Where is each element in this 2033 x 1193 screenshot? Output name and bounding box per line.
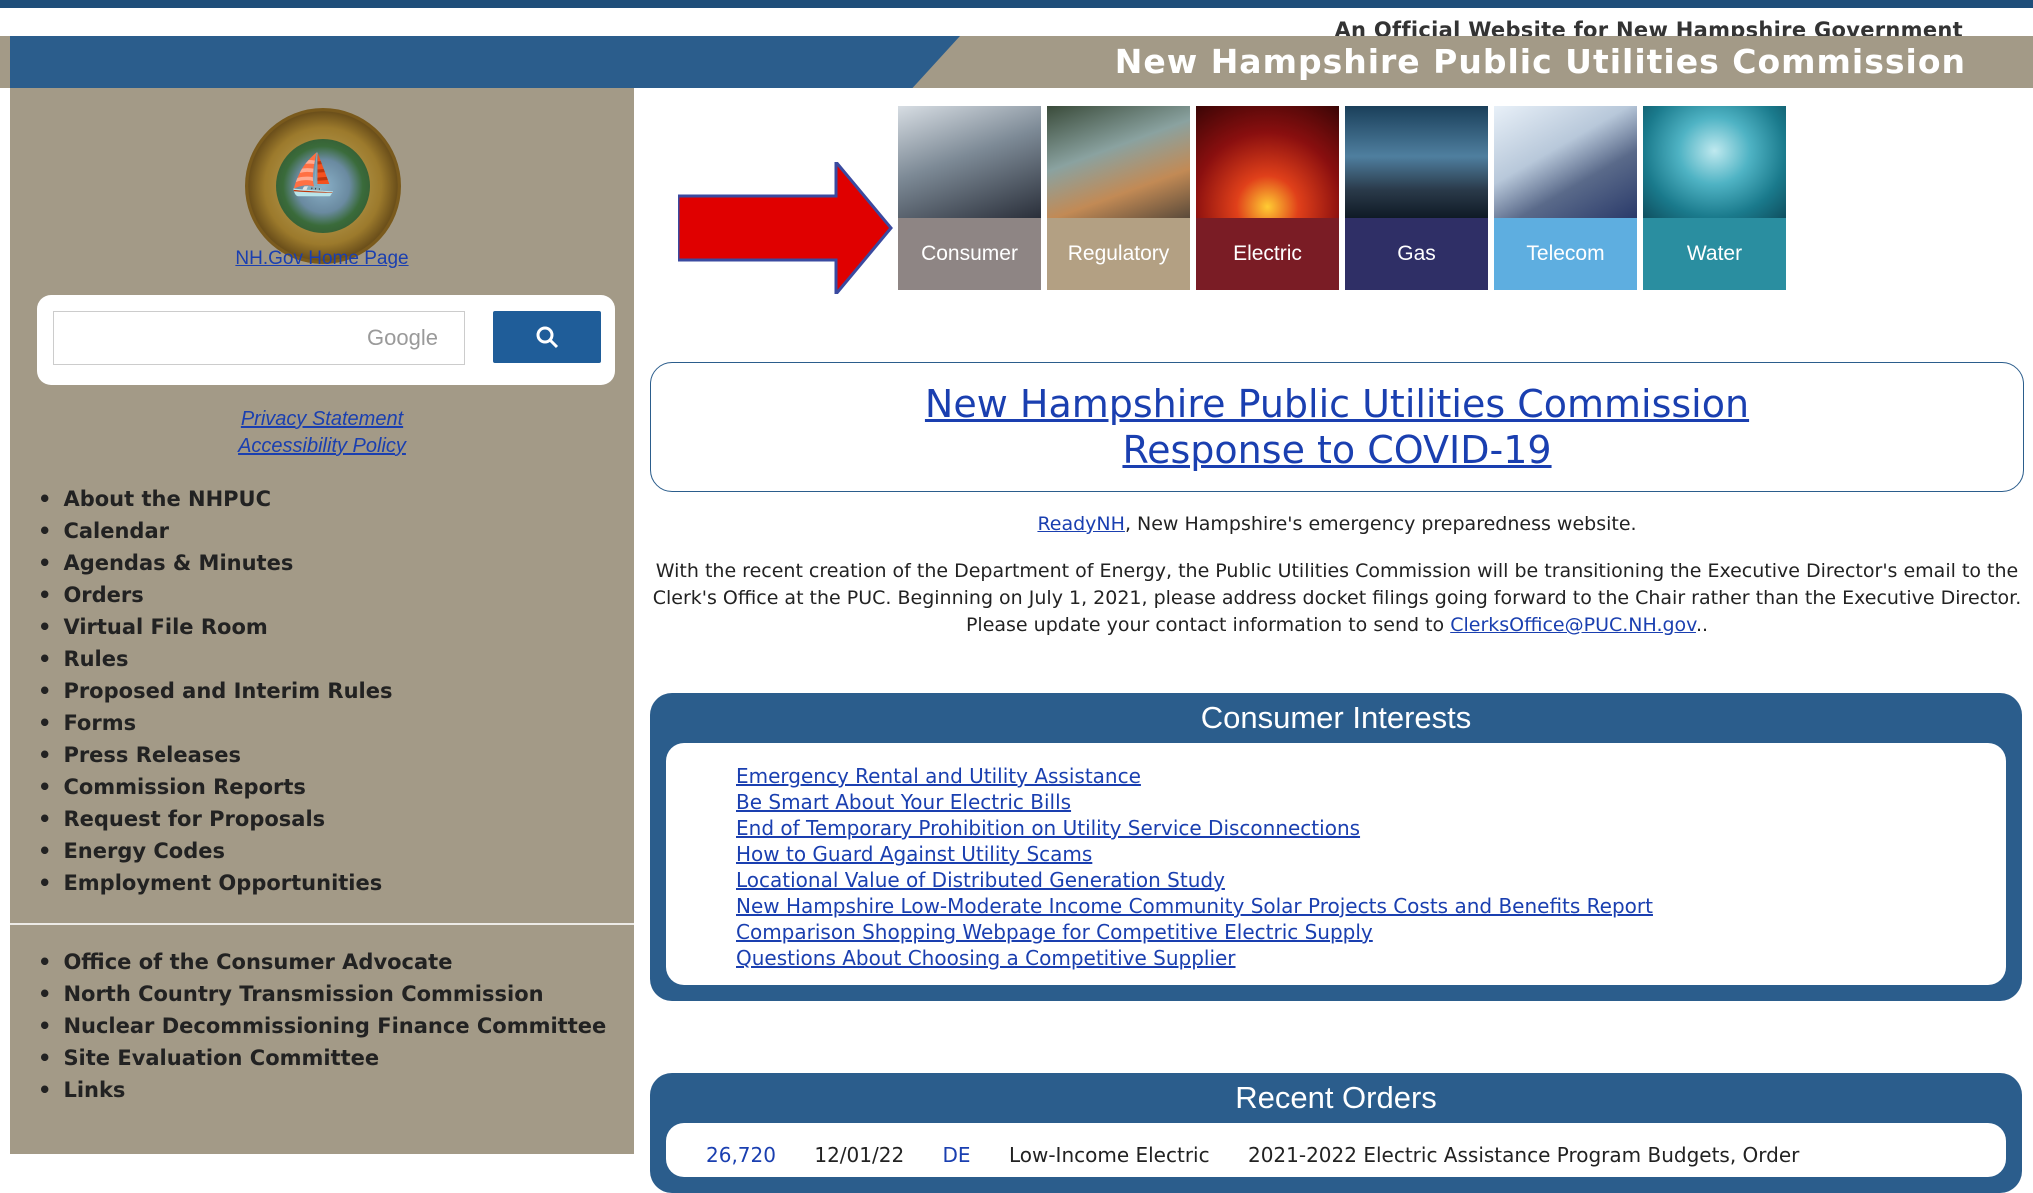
search-input[interactable]: Google xyxy=(53,311,465,365)
nav-item[interactable]: Request for Proposals xyxy=(38,803,392,835)
tile-label: Gas xyxy=(1345,218,1488,290)
consumer-interests-panel: Consumer Interests Emergency Rental and … xyxy=(650,693,2022,1001)
nav-item[interactable]: Energy Codes xyxy=(38,835,392,867)
nav-item[interactable]: Orders xyxy=(38,579,392,611)
nav-item[interactable]: Employment Opportunities xyxy=(38,867,392,899)
consumer-links-list: Emergency Rental and Utility Assistance … xyxy=(736,763,1653,971)
site-title: New Hampshire Public Utilities Commissio… xyxy=(1114,42,1966,81)
covid-response-link[interactable]: New Hampshire Public Utilities Commissio… xyxy=(651,381,2023,427)
secondary-nav: Office of the Consumer Advocate North Co… xyxy=(38,946,606,1106)
consumer-link[interactable]: Be Smart About Your Electric Bills xyxy=(736,789,1653,815)
banner-blue-band xyxy=(10,36,960,88)
water-photo xyxy=(1643,106,1786,218)
consumer-interests-title: Consumer Interests xyxy=(1200,700,1472,735)
nav-item[interactable]: Rules xyxy=(38,643,392,675)
tile-label: Consumer xyxy=(898,218,1041,290)
tile-label: Electric xyxy=(1196,218,1339,290)
nav-item[interactable]: Press Releases xyxy=(38,739,392,771)
tile-consumer[interactable]: Consumer xyxy=(898,106,1041,290)
sidebar-divider xyxy=(10,923,634,925)
consumer-link[interactable]: Comparison Shopping Webpage for Competit… xyxy=(736,919,1653,945)
official-bar: An Official Website for New Hampshire Go… xyxy=(0,8,2033,42)
order-description: 2021-2022 Electric Assistance Program Bu… xyxy=(1247,1143,1800,1167)
consumer-link[interactable]: Questions About Choosing a Competitive S… xyxy=(736,945,1653,971)
top-accent-line xyxy=(0,0,2033,8)
clerks-office-email-link[interactable]: ClerksOffice@PUC.NH.gov xyxy=(1450,614,1696,636)
sidebar: ⛵ NH.Gov Home Page Google Privacy Statem… xyxy=(10,88,634,1154)
order-row: 26,720 12/01/22 DE Low-Income Electric 2… xyxy=(706,1143,1831,1167)
tile-gas[interactable]: Gas xyxy=(1345,106,1488,290)
search-button[interactable] xyxy=(493,311,601,363)
primary-nav: About the NHPUC Calendar Agendas & Minut… xyxy=(38,483,392,899)
tile-water[interactable]: Water xyxy=(1643,106,1786,290)
recent-orders-title: Recent Orders xyxy=(1235,1080,1437,1115)
nav-item[interactable]: Forms xyxy=(38,707,392,739)
consumer-photo xyxy=(898,106,1041,218)
privacy-statement-link[interactable]: Privacy Statement xyxy=(10,408,634,431)
nav-item[interactable]: North Country Transmission Commission xyxy=(38,978,606,1010)
recent-orders-panel: Recent Orders 26,720 12/01/22 DE Low-Inc… xyxy=(650,1073,2022,1193)
nav-item[interactable]: Commission Reports xyxy=(38,771,392,803)
nav-item[interactable]: Office of the Consumer Advocate xyxy=(38,946,606,978)
nav-item[interactable]: Proposed and Interim Rules xyxy=(38,675,392,707)
search-box: Google xyxy=(37,295,615,385)
nav-item[interactable]: Calendar xyxy=(38,515,392,547)
recent-orders-body: 26,720 12/01/22 DE Low-Income Electric 2… xyxy=(666,1123,2006,1177)
gas-photo xyxy=(1345,106,1488,218)
order-date: 12/01/22 xyxy=(814,1143,905,1167)
notice-text: With the recent creation of the Departme… xyxy=(652,560,2022,636)
order-division[interactable]: DE xyxy=(943,1143,971,1167)
nh-seal-icon[interactable]: ⛵ xyxy=(245,108,401,264)
consumer-link[interactable]: New Hampshire Low-Moderate Income Commun… xyxy=(736,893,1653,919)
covid-response-link-line2[interactable]: Response to COVID-19 xyxy=(651,427,2023,473)
tile-telecom[interactable]: Telecom xyxy=(1494,106,1637,290)
electric-photo xyxy=(1196,106,1339,218)
search-placeholder: Google xyxy=(367,325,438,350)
nav-item[interactable]: Links xyxy=(38,1074,606,1106)
consumer-interests-body: Emergency Rental and Utility Assistance … xyxy=(666,743,2006,985)
accessibility-policy-link[interactable]: Accessibility Policy xyxy=(10,435,634,458)
tile-label: Water xyxy=(1643,218,1786,290)
regulatory-photo xyxy=(1047,106,1190,218)
notice-end: .. xyxy=(1695,614,1709,636)
order-number-link[interactable]: 26,720 xyxy=(706,1143,776,1167)
header-banner: New Hampshire Public Utilities Commissio… xyxy=(0,36,2033,88)
red-arrow-icon xyxy=(678,162,893,294)
consumer-link[interactable]: Emergency Rental and Utility Assistance xyxy=(736,763,1653,789)
nav-item[interactable]: Site Evaluation Committee xyxy=(38,1042,606,1074)
tile-regulatory[interactable]: Regulatory xyxy=(1047,106,1190,290)
readynh-text: , New Hampshire's emergency preparedness… xyxy=(1124,513,1637,535)
covid-response-box: New Hampshire Public Utilities Commissio… xyxy=(650,362,2024,492)
nh-gov-home-link[interactable]: NH.Gov Home Page xyxy=(10,248,634,270)
nav-item[interactable]: About the NHPUC xyxy=(38,483,392,515)
telecom-photo xyxy=(1494,106,1637,218)
nav-item[interactable]: Nuclear Decommissioning Finance Committe… xyxy=(38,1010,606,1042)
consumer-link[interactable]: Locational Value of Distributed Generati… xyxy=(736,867,1653,893)
tile-label: Regulatory xyxy=(1047,218,1190,290)
order-subject: Low-Income Electric xyxy=(1008,1143,1210,1167)
clerk-notice: With the recent creation of the Departme… xyxy=(650,558,2024,639)
search-icon xyxy=(536,326,559,349)
readynh-line: ReadyNH, New Hampshire's emergency prepa… xyxy=(650,513,2024,535)
nav-item[interactable]: Agendas & Minutes xyxy=(38,547,392,579)
consumer-link[interactable]: End of Temporary Prohibition on Utility … xyxy=(736,815,1653,841)
readynh-link[interactable]: ReadyNH xyxy=(1037,513,1125,535)
nav-item[interactable]: Virtual File Room xyxy=(38,611,392,643)
ship-icon: ⛵ xyxy=(288,152,338,198)
tile-electric[interactable]: Electric xyxy=(1196,106,1339,290)
tile-label: Telecom xyxy=(1494,218,1637,290)
consumer-link[interactable]: How to Guard Against Utility Scams xyxy=(736,841,1653,867)
